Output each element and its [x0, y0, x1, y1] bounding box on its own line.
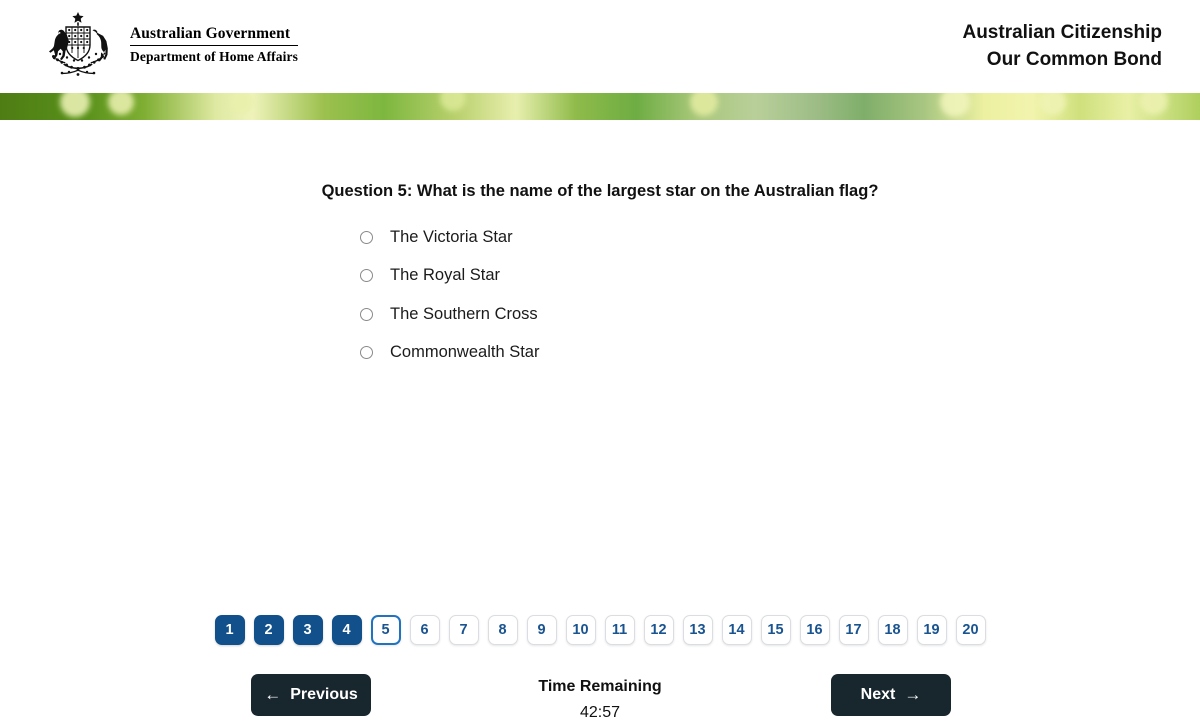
radio-button[interactable] — [360, 230, 373, 244]
question-text: Question 5: What is the name of the larg… — [321, 182, 879, 200]
arrow-right-icon: → — [904, 685, 922, 704]
time-remaining: Time Remaining 42:57 — [0, 674, 1200, 726]
australian-coat-of-arms-icon — [36, 10, 120, 80]
quiz-controls: ← Previous Time Remaining 42:57 Next → — [0, 674, 1200, 721]
page-button[interactable]: 12 — [643, 615, 674, 645]
government-name: Australian Government — [130, 25, 291, 43]
page-button[interactable]: 7 — [448, 615, 479, 645]
radio-button[interactable] — [360, 346, 373, 360]
page-button[interactable]: 19 — [916, 615, 947, 645]
wattle-blossom — [440, 93, 466, 111]
government-branding: Australian Government Department of Home… — [36, 10, 298, 80]
wattle-blossom — [60, 93, 90, 117]
page-button[interactable]: 8 — [487, 615, 518, 645]
page-button[interactable]: 2 — [253, 615, 284, 645]
page-button[interactable]: 18 — [877, 615, 908, 645]
time-remaining-label: Time Remaining — [538, 678, 662, 695]
page-button[interactable]: 6 — [409, 615, 440, 645]
page-button[interactable]: 20 — [955, 615, 986, 645]
radio-button[interactable] — [360, 307, 373, 321]
page-title: Australian Citizenship Our Common Bond — [962, 20, 1162, 74]
answer-options: The Victoria Star The Royal Star The Sou… — [360, 218, 539, 372]
wattle-blossom — [230, 93, 254, 114]
radio-button[interactable] — [360, 269, 373, 283]
answer-option[interactable]: Commonwealth Star — [360, 334, 539, 373]
answer-option-label: The Victoria Star — [390, 227, 513, 246]
question-pagination: 1 2 3 4 5 6 7 8 9 10 11 12 13 14 15 16 17 18 19 20 — [0, 615, 1200, 645]
wattle-blossom — [690, 93, 718, 116]
page-title-line2: Our Common Bond — [986, 48, 1162, 70]
page-button[interactable]: 16 — [799, 615, 830, 645]
page-button[interactable]: 10 — [565, 615, 596, 645]
golden-wattle-banner-image — [0, 93, 1200, 120]
answer-option[interactable]: The Victoria Star — [360, 218, 539, 257]
next-button[interactable]: Next → — [831, 674, 951, 716]
page-button[interactable]: 9 — [526, 615, 557, 645]
answer-option-label: The Royal Star — [390, 266, 501, 285]
page-button[interactable]: 1 — [214, 615, 245, 645]
site-header: Australian Government Department of Home… — [0, 0, 1200, 93]
page-button[interactable]: 15 — [760, 615, 791, 645]
page-button[interactable]: 3 — [292, 615, 323, 645]
page-button[interactable]: 17 — [838, 615, 869, 645]
page-button[interactable]: 4 — [331, 615, 362, 645]
answer-option[interactable]: The Royal Star — [360, 257, 539, 296]
answer-option[interactable]: The Southern Cross — [360, 295, 539, 334]
time-remaining-value: 42:57 — [579, 703, 621, 721]
answer-option-label: Commonwealth Star — [390, 343, 540, 362]
wattle-blossom — [1140, 93, 1168, 115]
answer-option-label: The Southern Cross — [390, 304, 538, 323]
page-button[interactable]: 5 — [370, 615, 401, 645]
department-name: Department of Home Affairs — [130, 49, 298, 65]
government-wordmark: Australian Government Department of Home… — [130, 25, 298, 64]
wattle-blossom — [108, 93, 134, 115]
next-button-label: Next — [860, 686, 896, 703]
page-button[interactable]: 14 — [721, 615, 752, 645]
page-button[interactable]: 13 — [682, 615, 713, 645]
page-button[interactable]: 11 — [604, 615, 635, 645]
wattle-blossom — [1040, 93, 1066, 115]
wattle-blossom — [940, 93, 970, 117]
wordmark-divider — [130, 45, 298, 47]
page-title-line1: Australian Citizenship — [962, 22, 1162, 43]
